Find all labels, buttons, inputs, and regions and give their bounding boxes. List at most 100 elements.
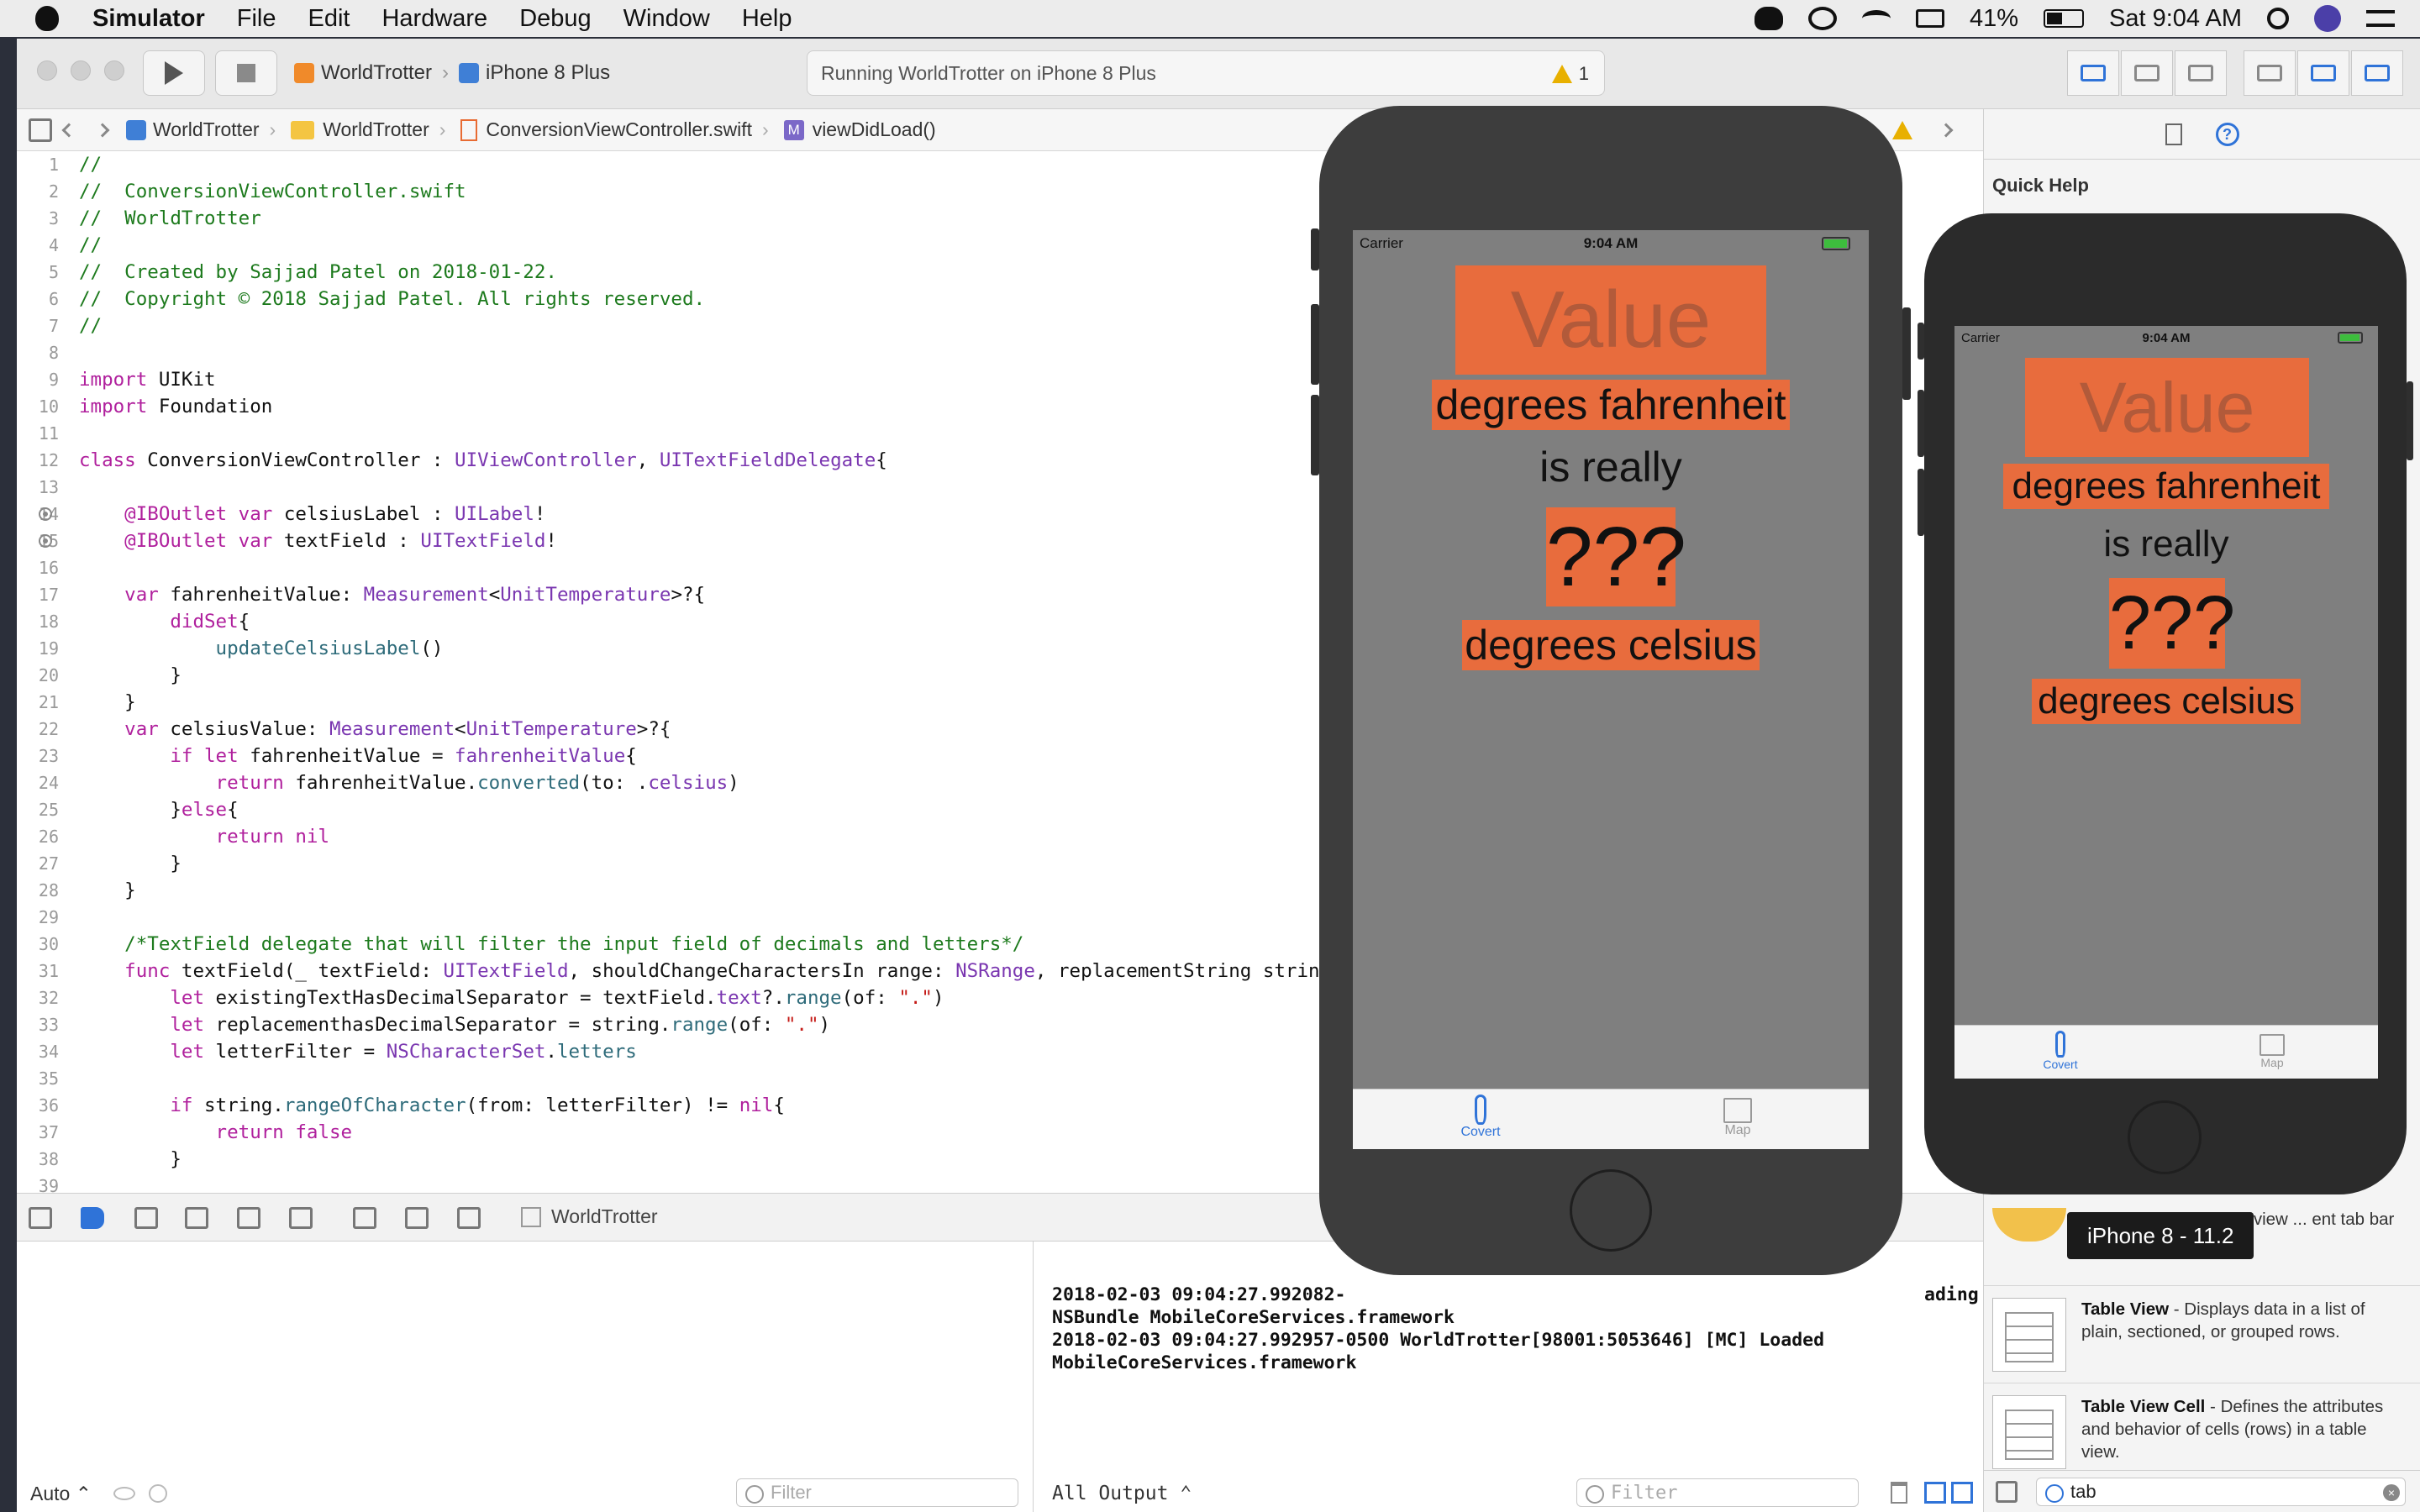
battery-percent[interactable]: 41% <box>1970 5 2018 33</box>
debug-area-toggle-button[interactable] <box>2297 50 2349 96</box>
window-zoom-button[interactable] <box>104 60 124 81</box>
library-item-table-view-cell[interactable]: Table View Cell - Defines the attributes… <box>1984 1383 2420 1480</box>
code-line[interactable]: 29 <box>17 904 1328 931</box>
code-line[interactable]: 28 } <box>17 877 1328 904</box>
view-hierarchy-icon[interactable] <box>353 1207 376 1229</box>
stop-button[interactable] <box>215 50 277 96</box>
breadcrumb-group[interactable]: WorldTrotter › <box>291 118 455 141</box>
volume-up-button[interactable] <box>1918 390 1924 457</box>
tab-map[interactable]: Map <box>2240 1031 2304 1069</box>
utilities-toggle-button[interactable] <box>2351 50 2403 96</box>
code-line[interactable]: 20 } <box>17 662 1328 689</box>
code-line[interactable]: 33 let replacementhasDecimalSeparator = … <box>17 1011 1328 1038</box>
breadcrumb-project[interactable]: WorldTrotter › <box>126 118 286 141</box>
line-number[interactable]: 36 <box>17 1092 59 1119</box>
version-editor-button[interactable] <box>2175 50 2227 96</box>
notification-center-icon[interactable] <box>2366 10 2395 27</box>
tab-map[interactable]: Map <box>1702 1095 1773 1138</box>
code-line[interactable]: 26 return nil <box>17 823 1328 850</box>
line-number[interactable]: 27 <box>17 850 59 877</box>
line-number[interactable]: 21 <box>17 689 59 716</box>
line-number[interactable]: 1 <box>17 151 59 178</box>
line-number[interactable]: 22 <box>17 716 59 743</box>
step-into-icon[interactable] <box>237 1207 260 1229</box>
line-number[interactable]: 33 <box>17 1011 59 1038</box>
line-number[interactable]: 2 <box>17 178 59 205</box>
sync-icon[interactable] <box>1807 7 1837 30</box>
code-line[interactable]: 35 <box>17 1065 1328 1092</box>
code-line[interactable]: 37 return false <box>17 1119 1328 1146</box>
code-line[interactable]: 6 // Copyright © 2018 Sajjad Patel. All r… <box>17 286 1328 312</box>
line-number[interactable]: 18 <box>17 608 59 635</box>
ringer-switch[interactable] <box>1311 228 1319 270</box>
variables-filter-input[interactable]: Filter <box>736 1478 1018 1507</box>
spotlight-search-icon[interactable] <box>2267 8 2289 29</box>
code-line[interactable]: 31 func textField(_ textField: UITextFie… <box>17 958 1328 984</box>
code-line[interactable]: 17 var fahrenheitValue: Measurement<Unit… <box>17 581 1328 608</box>
split-left-icon[interactable] <box>1924 1482 1946 1504</box>
code-line[interactable]: 32 let existingTextHasDecimalSeparator =… <box>17 984 1328 1011</box>
menu-debug[interactable]: Debug <box>519 5 591 33</box>
line-number[interactable]: 32 <box>17 984 59 1011</box>
line-number[interactable]: 23 <box>17 743 59 769</box>
pause-icon[interactable] <box>134 1207 158 1229</box>
line-number[interactable]: 26 <box>17 823 59 850</box>
library-search-input[interactable]: tab × <box>2036 1477 2406 1506</box>
value-text-field[interactable]: Value <box>2025 358 2309 457</box>
related-items-icon[interactable] <box>29 118 52 142</box>
line-number[interactable]: 39 <box>17 1173 59 1193</box>
source-editor[interactable]: 1 // 2 // ConversionViewController.swift 3 //… <box>17 151 1328 1193</box>
run-button[interactable] <box>143 50 205 96</box>
location-icon[interactable] <box>457 1207 481 1229</box>
code-line[interactable]: 3 // WorldTrotter <box>17 205 1328 232</box>
line-number[interactable]: 28 <box>17 877 59 904</box>
creative-cloud-icon[interactable] <box>1754 7 1783 30</box>
code-line[interactable]: 13 <box>17 474 1328 501</box>
code-line[interactable]: 22 var celsiusValue: Measurement<UnitTem… <box>17 716 1328 743</box>
back-arrow-icon[interactable] <box>61 123 76 137</box>
code-line[interactable]: 23 if let fahrenheitValue = fahrenheitVa… <box>17 743 1328 769</box>
line-number[interactable]: 31 <box>17 958 59 984</box>
line-number[interactable]: 19 <box>17 635 59 662</box>
debug-process[interactable]: WorldTrotter <box>521 1205 658 1228</box>
quick-help-icon[interactable]: ? <box>2215 122 2239 146</box>
forward-arrow-icon[interactable] <box>95 123 110 137</box>
code-line[interactable]: 27 } <box>17 850 1328 877</box>
breadcrumb-file[interactable]: ConversionViewController.swift › <box>460 118 778 141</box>
window-minimize-button[interactable] <box>71 60 91 81</box>
code-line[interactable]: 15 @IBOutlet var textField : UITextField… <box>17 528 1328 554</box>
code-line[interactable]: 18 didSet{ <box>17 608 1328 635</box>
console-output-select[interactable]: All Output ⌃ <box>1052 1483 1192 1504</box>
line-number[interactable]: 12 <box>17 447 59 474</box>
code-line[interactable]: 10 import Foundation <box>17 393 1328 420</box>
code-line[interactable]: 2 // ConversionViewController.swift <box>17 178 1328 205</box>
code-line[interactable]: 24 return fahrenheitValue.converted(to: … <box>17 769 1328 796</box>
menu-clock[interactable]: Sat 9:04 AM <box>2109 5 2242 33</box>
ringer-switch[interactable] <box>1918 323 1924 360</box>
hide-debug-area-icon[interactable] <box>29 1207 52 1229</box>
line-number[interactable]: 11 <box>17 420 59 447</box>
library-grid-icon[interactable] <box>1996 1480 2018 1503</box>
line-number[interactable]: 14 <box>17 501 59 528</box>
home-button[interactable] <box>1570 1169 1652 1252</box>
breadcrumb-method[interactable]: MviewDidLoad() <box>783 118 936 141</box>
menu-edit[interactable]: Edit <box>308 5 350 33</box>
apple-icon[interactable] <box>35 6 59 31</box>
home-button[interactable] <box>2128 1100 2202 1174</box>
line-number[interactable]: 34 <box>17 1038 59 1065</box>
console-filter-input[interactable]: Filter <box>1576 1478 1859 1507</box>
code-line[interactable]: 7 // <box>17 312 1328 339</box>
line-number[interactable]: 17 <box>17 581 59 608</box>
code-line[interactable]: 36 if string.rangeOfCharacter(from: lett… <box>17 1092 1328 1119</box>
line-number[interactable]: 30 <box>17 931 59 958</box>
code-line[interactable]: 39 <box>17 1173 1328 1193</box>
breakpoints-toggle-icon[interactable] <box>81 1207 104 1229</box>
volume-down-button[interactable] <box>1918 469 1924 536</box>
line-number[interactable]: 10 <box>17 393 59 420</box>
code-line[interactable]: 34 let letterFilter = NSCharacterSet.let… <box>17 1038 1328 1065</box>
step-out-icon[interactable] <box>289 1207 313 1229</box>
wifi-icon[interactable] <box>1861 10 1891 27</box>
volume-down-button[interactable] <box>1311 395 1319 475</box>
issue-warning-icon[interactable] <box>1892 121 1912 139</box>
volume-up-button[interactable] <box>1311 304 1319 385</box>
